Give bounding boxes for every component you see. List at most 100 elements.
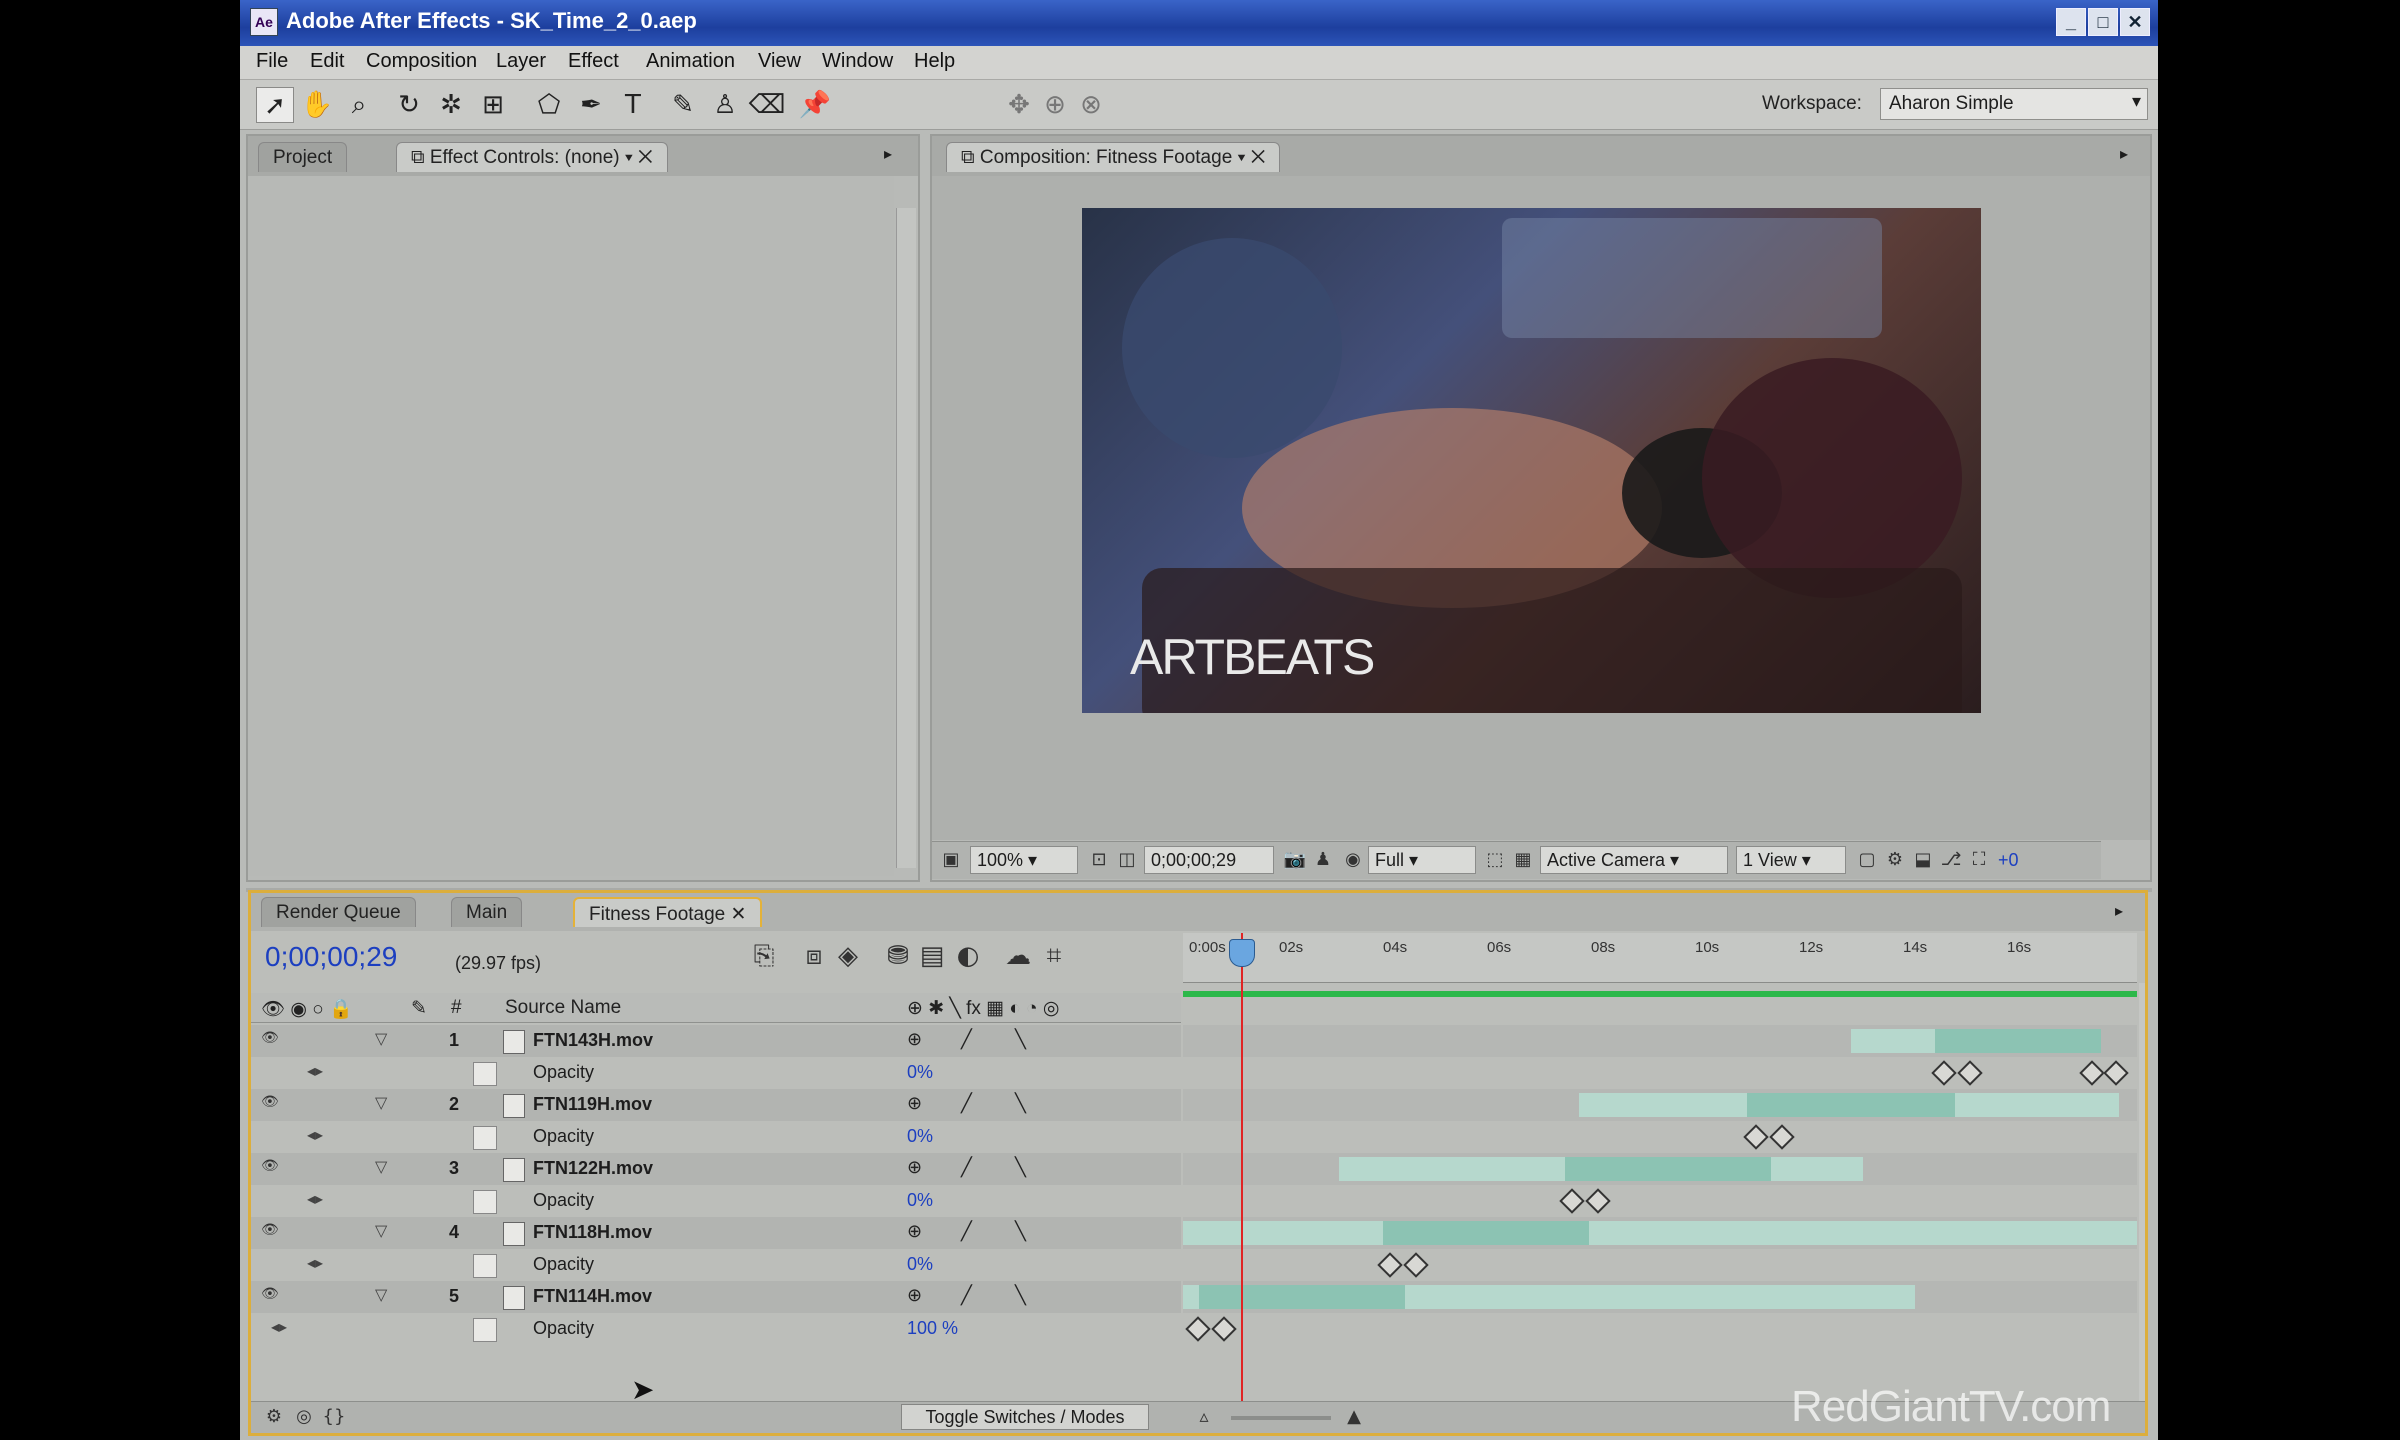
tab-menu-icon[interactable]: ▾ [625,147,638,168]
expand-triangle-icon[interactable]: ▽ [375,1157,387,1176]
layer-name[interactable]: FTN143H.mov [533,1030,653,1051]
property-row[interactable]: ◂▸ Opacity 0% [251,1121,1181,1153]
shy-switch-icon[interactable]: ⊕ [907,1285,922,1306]
zoom-in-icon[interactable]: ▲ [1341,1404,1367,1430]
eraser-icon[interactable]: ⌫ [748,87,786,123]
menu-edit[interactable]: Edit [310,50,344,73]
layer-bar-selected[interactable] [1383,1221,1589,1245]
puppet-pin-icon[interactable]: 📌 [796,87,834,123]
axis-mode-icon[interactable]: ✥ [1000,87,1038,123]
layer-name[interactable]: FTN122H.mov [533,1158,653,1179]
keyframe-icon[interactable] [1769,1124,1795,1150]
hide-shy-layers-icon[interactable]: ⛃ [885,941,911,971]
panel-menu-icon[interactable]: ▸ [2115,901,2123,920]
snapshot-icon[interactable]: 📷 [1282,847,1308,873]
magnification-select[interactable]: 100% ▾ [970,846,1078,874]
region-of-interest-icon[interactable]: ⬚ [1482,847,1508,873]
tab-close-icon[interactable]: ✕ [638,147,652,168]
keyframe-icon[interactable] [1931,1060,1957,1086]
motion-blur-switch-icon[interactable]: ╲ [1015,1221,1026,1242]
column-source-name[interactable]: Source Name [505,997,621,1019]
view-axis-icon[interactable]: ⊗ [1072,87,1110,123]
layer-name[interactable]: FTN118H.mov [533,1222,652,1243]
keyframe-icon[interactable] [1585,1188,1611,1214]
layer-bar-selected[interactable] [1935,1029,2101,1053]
stopwatch-icon[interactable] [473,1062,497,1086]
motion-blur-icon[interactable]: ◐ [955,941,981,971]
keyframe-icon[interactable] [1377,1252,1403,1278]
frame-blending-icon[interactable]: ▤ [919,941,945,971]
layer-row[interactable]: 👁 ▽ 4 FTN118H.mov ⊕ ╱ ╲ [251,1217,1181,1249]
layer-bar[interactable] [1183,1221,2137,1245]
menu-window[interactable]: Window [822,50,893,73]
layer-row[interactable]: 👁 ▽ 1 FTN143H.mov ⊕ ╱ ╲ [251,1025,1181,1057]
keyframe-nav-icon[interactable]: ◂▸ [307,1253,323,1272]
reset-exposure-icon[interactable]: ⛶ [1966,847,1992,873]
quality-switch-icon[interactable]: ╱ [961,1285,972,1306]
expand-triangle-icon[interactable]: ▽ [375,1093,387,1112]
workspace-select[interactable]: Aharon Simple ▾ [1880,88,2148,120]
work-area-bar[interactable] [1183,991,2137,997]
keyframe-icon[interactable] [2079,1060,2105,1086]
menu-view[interactable]: View [758,50,801,73]
timeline-icon[interactable]: ⬓ [1910,847,1936,873]
opacity-value[interactable]: 0% [907,1126,933,1147]
toggle-pixel-aspect-icon[interactable]: ▢ [1854,847,1880,873]
menu-animation[interactable]: Animation [646,50,735,73]
keyframe-icon[interactable] [1185,1316,1211,1342]
menu-layer[interactable]: Layer [496,50,546,73]
eye-icon[interactable]: 👁 [261,1030,283,1050]
layer-name[interactable]: FTN114H.mov [533,1286,652,1307]
close-button[interactable]: ✕ [2120,8,2150,36]
keyframe-icon[interactable] [1957,1060,1983,1086]
layer-name[interactable]: FTN119H.mov [533,1094,652,1115]
transparency-grid-icon[interactable]: ▦ [1510,847,1536,873]
in-out-icon[interactable]: {} [321,1404,347,1430]
quality-switch-icon[interactable]: ╱ [961,1093,972,1114]
keyframe-nav-icon[interactable]: ◂▸ [307,1125,323,1144]
layer-row[interactable]: 👁 ▽ 3 FTN122H.mov ⊕ ╱ ╲ [251,1153,1181,1185]
panel-menu-icon[interactable]: ▸ [884,144,892,163]
vertical-scrollbar[interactable] [896,208,916,868]
layer-track[interactable] [1183,1025,2137,1057]
live-update-icon[interactable]: ⧈ [801,941,827,971]
safe-zones-icon[interactable]: ⊡ [1086,847,1112,873]
keyframe-icon[interactable] [1743,1124,1769,1150]
tab-close-icon[interactable]: ✕ [731,904,747,925]
property-row[interactable]: ◂▸ Opacity 100 % [251,1313,1181,1345]
eye-icon[interactable]: 👁 [261,1158,283,1178]
keyframe-icon[interactable] [1403,1252,1429,1278]
quality-switch-icon[interactable]: ╱ [961,1221,972,1242]
motion-blur-switch-icon[interactable]: ╲ [1015,1157,1026,1178]
property-row[interactable]: ◂▸ Opacity 0% [251,1185,1181,1217]
layer-bar-selected[interactable] [1199,1285,1405,1309]
zoom-tool-icon[interactable]: ⌕ [340,87,378,123]
menu-composition[interactable]: Composition [366,50,477,73]
composition-frame[interactable]: ARTBEATS [1082,208,1981,713]
layer-switches-icon[interactable]: ⚙ [261,1404,287,1430]
rotate-tool-icon[interactable]: ↻ [390,87,428,123]
type-tool-icon[interactable]: T [614,87,652,123]
keyframe-icon[interactable] [1559,1188,1585,1214]
keyframe-icon[interactable] [1211,1316,1237,1342]
eye-icon[interactable]: 👁 [261,1222,283,1242]
show-snapshot-icon[interactable]: ♟ [1310,847,1336,873]
mask-shape-icon[interactable]: ⬠ [530,87,568,123]
eye-icon[interactable]: 👁 [261,1286,283,1306]
stopwatch-icon[interactable] [473,1190,497,1214]
comp-mini-flowchart-icon[interactable]: ⎘ [751,941,777,971]
opacity-value[interactable]: 0% [907,1062,933,1083]
opacity-value[interactable]: 0% [907,1254,933,1275]
opacity-value[interactable]: 100 % [907,1318,958,1339]
pan-behind-icon[interactable]: ⊞ [474,87,512,123]
mask-visibility-icon[interactable]: ◫ [1114,847,1140,873]
keyframe-icon[interactable] [2103,1060,2129,1086]
clone-stamp-icon[interactable]: ♙ [706,87,744,123]
tab-menu-icon[interactable]: ▾ [1238,147,1251,168]
fast-previews-icon[interactable]: ⚙ [1882,847,1908,873]
orbit-camera-icon[interactable]: ✲ [432,87,470,123]
brainstorm-icon[interactable]: ☁ [1005,941,1031,971]
tab-fitness-footage[interactable]: Fitness Footage ✕ [573,897,763,927]
exposure-value[interactable]: +0 [1998,850,2019,871]
property-row[interactable]: ◂▸ Opacity 0% [251,1057,1181,1089]
